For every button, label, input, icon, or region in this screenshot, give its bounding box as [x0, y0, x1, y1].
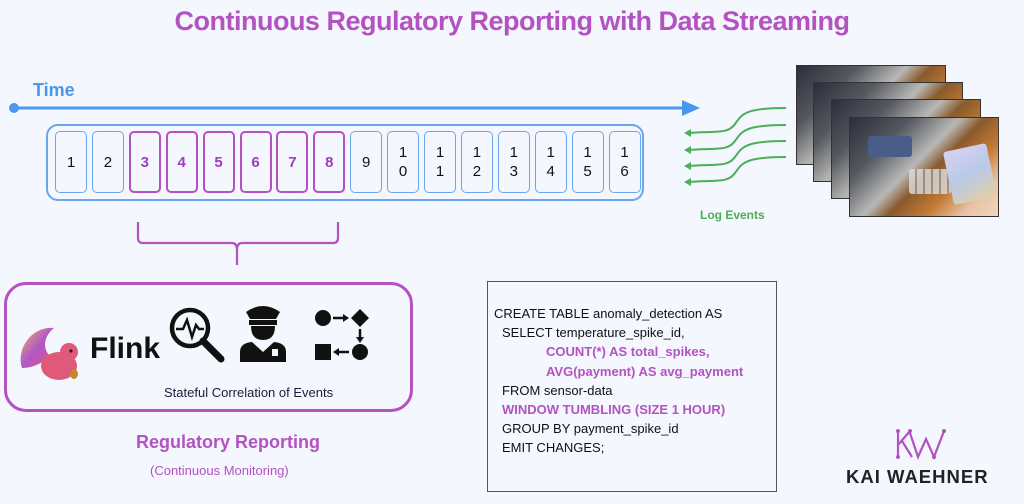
event-number: 5 — [214, 153, 223, 171]
flink-wordmark: Flink — [90, 332, 161, 365]
event-number: 3 — [140, 153, 149, 171]
event-cell: 1 3 — [497, 131, 530, 193]
event-cell: 1 — [55, 131, 87, 193]
log-events-label: Log Events — [700, 208, 765, 222]
regulatory-reporting-title: Regulatory Reporting — [136, 432, 321, 452]
time-label: Time — [33, 80, 75, 100]
payment-terminal-photo — [849, 117, 999, 217]
sql-line: EMIT CHANGES; — [502, 440, 605, 456]
event-number: 1 1 — [435, 144, 445, 180]
event-cell: 1 0 — [387, 131, 420, 193]
event-number: 2 — [103, 153, 113, 171]
processing-caption: Stateful Correlation of Events — [164, 385, 334, 400]
event-number: 8 — [325, 153, 334, 171]
event-cell-windowed: 4 — [165, 131, 198, 193]
workflow-icon — [315, 309, 369, 360]
event-number: 6 — [251, 153, 260, 171]
event-number: 1 0 — [398, 144, 408, 180]
log-event-arrow — [687, 156, 787, 183]
kw-monogram-logo — [896, 429, 946, 461]
event-number: 1 5 — [583, 144, 592, 180]
event-number: 7 — [288, 153, 297, 171]
time-axis-arrowhead — [682, 100, 700, 116]
event-number: 1 4 — [546, 144, 555, 180]
event-cell: 1 1 — [424, 131, 456, 193]
log-event-arrow — [687, 140, 787, 167]
event-cell: 1 4 — [534, 131, 567, 193]
police-officer-icon — [240, 306, 286, 362]
log-event-arrow — [687, 124, 787, 151]
event-cell-windowed: 8 — [313, 131, 346, 193]
event-number: 1 2 — [472, 144, 482, 180]
event-cell-windowed: 7 — [276, 131, 309, 193]
sql-line: SELECT temperature_spike_id, — [502, 325, 685, 341]
event-cell-windowed: 3 — [128, 131, 161, 193]
event-number: 1 — [66, 153, 76, 171]
event-cell-windowed: 5 — [202, 131, 235, 193]
event-cell: 9 — [350, 131, 383, 193]
brand-name: KAI WAEHNER — [846, 466, 989, 487]
event-cell: 1 6 — [608, 131, 641, 193]
event-number: 9 — [362, 153, 371, 171]
time-axis-origin — [9, 103, 19, 113]
sql-line: WINDOW TUMBLING (SIZE 1 HOUR) — [502, 402, 726, 417]
log-event-arrow — [687, 107, 787, 134]
monitoring-magnifier-icon — [169, 307, 225, 363]
event-number: 1 3 — [509, 144, 518, 180]
event-number: 4 — [177, 153, 186, 171]
sql-line: AVG(payment) AS avg_payment — [546, 363, 744, 379]
flink-squirrel-logo — [20, 327, 78, 380]
diagram-title: Continuous Regulatory Reporting with Dat… — [174, 6, 850, 36]
event-cell: 1 5 — [571, 131, 604, 193]
event-cell: 2 — [91, 131, 124, 193]
sql-line: CREATE TABLE anomaly_detection AS — [494, 306, 723, 321]
sql-line: GROUP BY payment_spike_id — [502, 421, 679, 437]
event-number: 1 6 — [620, 144, 629, 180]
event-cell-windowed: 6 — [239, 131, 272, 193]
sql-line: FROM sensor-data — [502, 382, 613, 398]
regulatory-reporting-subtitle: (Continuous Monitoring) — [150, 463, 289, 478]
event-cell: 1 2 — [460, 131, 493, 193]
sql-line: COUNT(*) AS total_spikes, — [546, 344, 710, 360]
